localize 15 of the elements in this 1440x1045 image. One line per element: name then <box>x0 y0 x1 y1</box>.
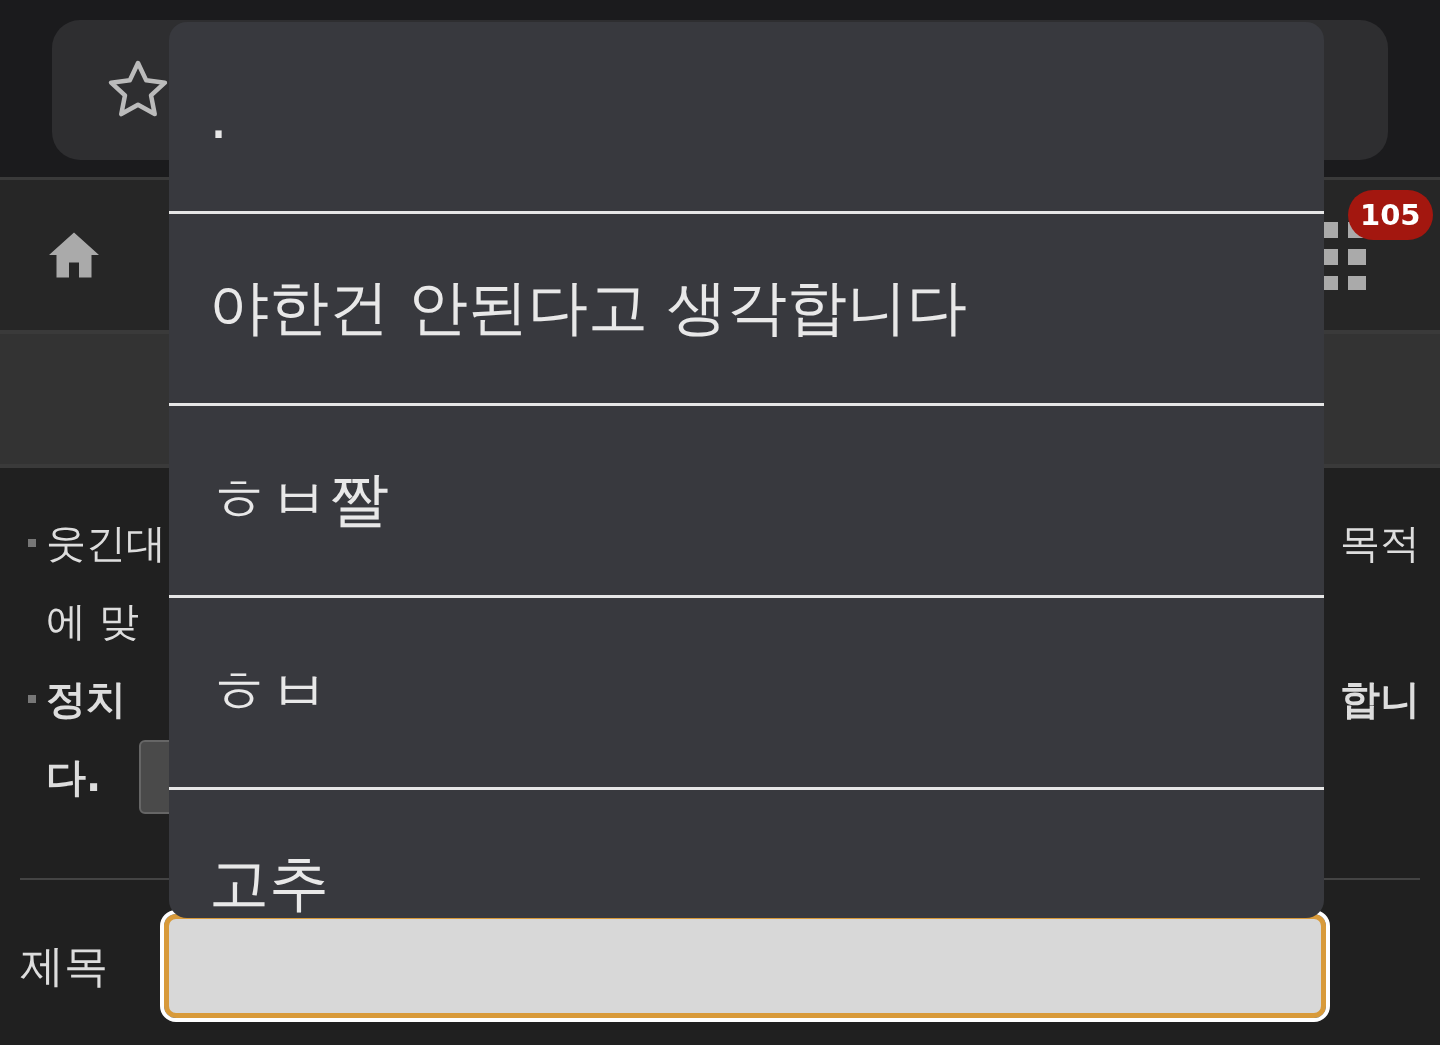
notice-text: 정치 <box>46 674 126 724</box>
notice-text: 합니 <box>1340 674 1420 724</box>
suggestion-item[interactable]: ㅎㅂ <box>169 598 1324 790</box>
notice-text: 목적 <box>1340 518 1420 568</box>
suggestion-item[interactable]: ㅎㅂ짤 <box>169 406 1324 598</box>
suggestion-item[interactable]: 야한건 안된다고 생각합니다 <box>169 214 1324 406</box>
notification-badge: 105 <box>1348 190 1433 240</box>
bullet-icon <box>28 539 36 547</box>
notice-text: 다. <box>46 752 102 802</box>
suggestion-item[interactable]: . <box>169 22 1324 214</box>
suggestion-item[interactable]: 고추 <box>169 790 1324 918</box>
notice-text: 에 맞 <box>46 596 139 646</box>
notice-text: 웃긴대 <box>46 518 166 568</box>
field-label: 제목 <box>20 938 108 993</box>
bullet-icon <box>28 695 36 703</box>
